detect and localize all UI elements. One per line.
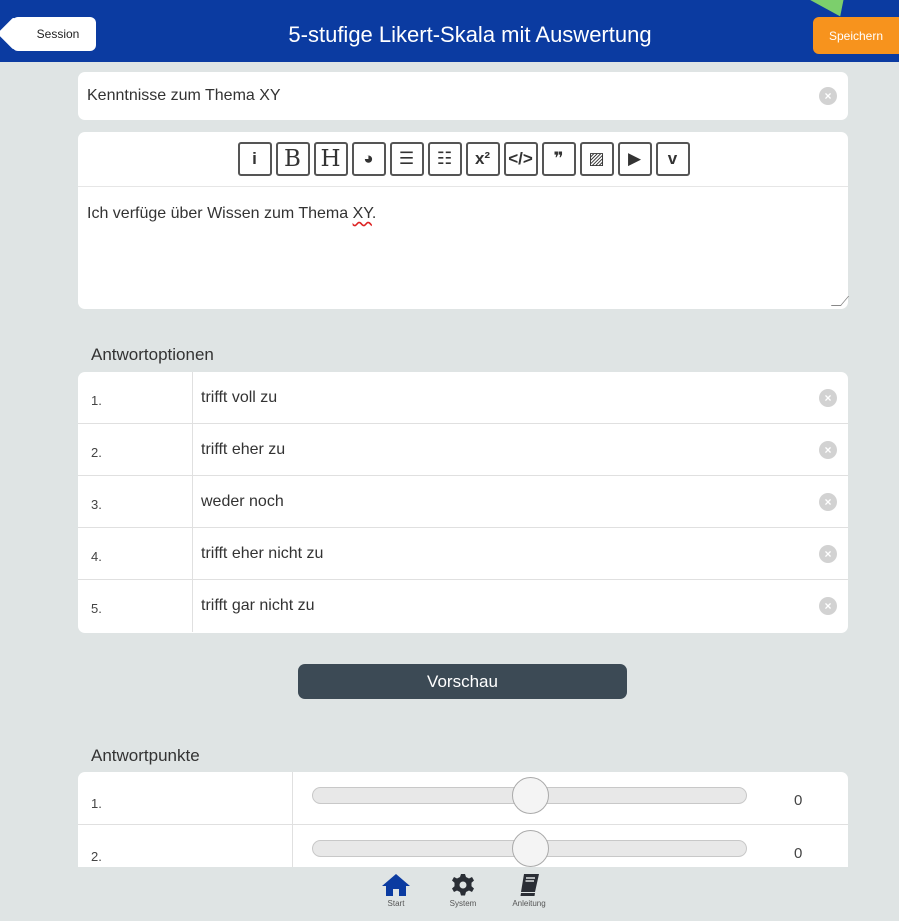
answer-option-input[interactable]: trifft voll zu xyxy=(201,389,277,407)
answer-option-row: 4. trifft eher nicht zu × xyxy=(78,528,848,580)
gear-icon xyxy=(452,874,474,896)
answer-options-heading: Antwortoptionen xyxy=(91,345,214,364)
answer-points-number: 2. xyxy=(91,849,102,864)
editor-content-text: Ich verfüge über Wissen zum Thema xyxy=(87,205,353,222)
column-divider xyxy=(192,424,193,475)
answer-points-list: 1. 0 2. 0 xyxy=(78,772,848,872)
answer-option-number: 3. xyxy=(91,497,102,512)
answer-option-number: 2. xyxy=(91,445,102,460)
column-divider xyxy=(192,372,193,423)
answer-option-input[interactable]: trifft eher zu xyxy=(201,441,285,459)
answer-points-row: 2. 0 xyxy=(78,825,848,872)
answer-points-row: 1. 0 xyxy=(78,772,848,825)
page-title: 5-stufige Likert-Skala mit Auswertung xyxy=(288,22,652,47)
points-slider-thumb[interactable] xyxy=(511,777,549,814)
question-title-value: Kenntnisse zum Thema XY xyxy=(87,87,281,104)
answer-option-input[interactable]: trifft eher nicht zu xyxy=(201,545,323,563)
answer-option-row: 1. trifft voll zu × xyxy=(78,372,848,424)
clear-title-icon[interactable]: × xyxy=(819,87,837,105)
spellcheck-flagged-word: XY xyxy=(352,205,372,222)
numbered-list-icon: ☷ xyxy=(436,149,453,168)
header-bar: Session 5-stufige Likert-Skala mit Auswe… xyxy=(0,0,899,62)
nav-system-label: System xyxy=(449,899,477,908)
nav-anleitung[interactable]: Anleitung xyxy=(499,873,559,908)
points-value: 0 xyxy=(794,845,803,862)
column-divider xyxy=(192,580,193,632)
back-session-label: Session xyxy=(36,27,80,41)
preview-button-label: Vorschau xyxy=(427,671,498,691)
heading-icon: H xyxy=(320,146,341,172)
back-session-button[interactable]: Session xyxy=(12,17,96,51)
bullet-list-icon: ☰ xyxy=(398,149,415,168)
answer-option-row: 3. weder noch × xyxy=(78,476,848,528)
answer-option-row: 2. trifft eher zu × xyxy=(78,424,848,476)
superscript-icon: x² xyxy=(474,149,491,168)
answer-option-number: 5. xyxy=(91,601,102,616)
code-icon: </> xyxy=(508,149,533,168)
superscript-button[interactable]: x² xyxy=(465,142,500,176)
globe-link-button[interactable]: ◕ xyxy=(351,142,386,176)
answer-option-input[interactable]: weder noch xyxy=(201,493,284,511)
quote-icon: ❞ xyxy=(553,149,564,168)
points-value: 0 xyxy=(794,792,803,809)
clear-option-icon[interactable]: × xyxy=(819,441,837,459)
vimeo-button[interactable]: v xyxy=(655,142,690,176)
question-title-input[interactable]: Kenntnisse zum Thema XY × xyxy=(78,72,848,120)
column-divider xyxy=(292,772,293,824)
heading-button[interactable]: H xyxy=(313,142,348,176)
info-icon: i xyxy=(252,149,257,168)
answer-options-list: 1. trifft voll zu × 2. trifft eher zu × 3. wede… xyxy=(78,372,848,633)
resize-handle-icon[interactable] xyxy=(830,296,850,306)
clear-option-icon[interactable]: × xyxy=(819,389,837,407)
youtube-button[interactable]: ▶ xyxy=(617,142,652,176)
column-divider xyxy=(292,825,293,872)
nav-start-label: Start xyxy=(387,899,405,908)
question-text-editor: i B H ◕ ☰ ☷ x² </> ❞ ▨ ▶ v Ich verfüge über Wissen … xyxy=(78,132,850,309)
answer-option-row: 5. trifft gar nicht zu × xyxy=(78,580,848,632)
column-divider xyxy=(192,528,193,579)
bottom-navigation: Start System Anleitung xyxy=(0,867,899,921)
save-button-label: Speichern xyxy=(828,28,884,43)
editor-content[interactable]: Ich verfüge über Wissen zum Thema XY. xyxy=(87,205,376,223)
editor-toolbar: i B H ◕ ☰ ☷ x² </> ❞ ▨ ▶ v xyxy=(78,132,848,187)
preview-button[interactable]: Vorschau xyxy=(298,664,627,699)
points-slider-thumb[interactable] xyxy=(511,830,549,867)
image-button[interactable]: ▨ xyxy=(579,142,614,176)
nav-start[interactable]: Start xyxy=(366,873,426,908)
answer-points-heading: Antwortpunkte xyxy=(91,746,200,765)
book-icon xyxy=(520,874,539,896)
answer-points-number: 1. xyxy=(91,796,102,811)
code-button[interactable]: </> xyxy=(503,142,538,176)
numbered-list-button[interactable]: ☷ xyxy=(427,142,462,176)
bold-icon: B xyxy=(284,146,301,172)
quote-button[interactable]: ❞ xyxy=(541,142,576,176)
home-icon xyxy=(382,874,410,896)
answer-option-number: 4. xyxy=(91,549,102,564)
clear-option-icon[interactable]: × xyxy=(819,597,837,615)
vimeo-icon: v xyxy=(667,149,678,168)
nav-system[interactable]: System xyxy=(433,873,493,908)
answer-option-input[interactable]: trifft gar nicht zu xyxy=(201,597,315,615)
clear-option-icon[interactable]: × xyxy=(819,493,837,511)
answer-option-number: 1. xyxy=(91,393,102,408)
bullet-list-button[interactable]: ☰ xyxy=(389,142,424,176)
info-button[interactable]: i xyxy=(237,142,272,176)
globe-link-icon: ◕ xyxy=(363,149,374,168)
column-divider xyxy=(192,476,193,527)
nav-anleitung-label: Anleitung xyxy=(512,899,546,908)
youtube-icon: ▶ xyxy=(627,149,642,168)
clear-option-icon[interactable]: × xyxy=(819,545,837,563)
image-icon: ▨ xyxy=(588,149,605,168)
bold-button[interactable]: B xyxy=(275,142,310,176)
editor-content-suffix: . xyxy=(371,205,377,222)
